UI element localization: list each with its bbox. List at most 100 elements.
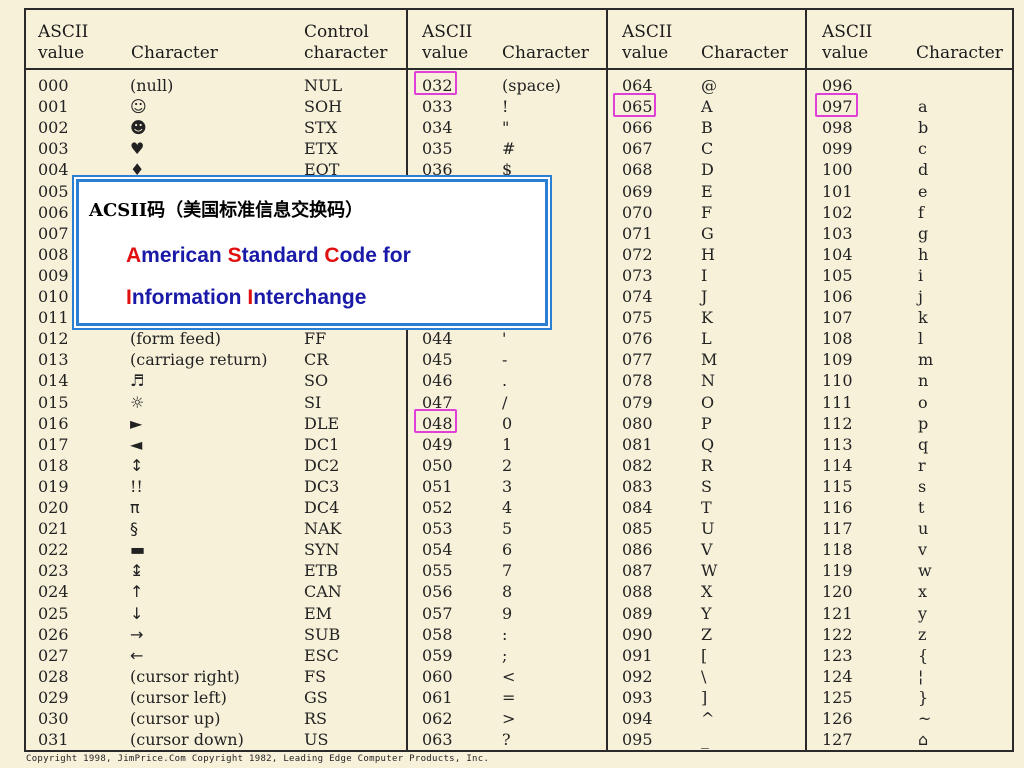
control-character-cell: RS bbox=[304, 709, 328, 728]
character-cell: ⌂ bbox=[918, 730, 929, 750]
control-character-cell: SYN bbox=[304, 540, 340, 560]
column-divider bbox=[805, 8, 807, 750]
highlight-box-032 bbox=[414, 71, 457, 95]
control-character-cell: DC1 bbox=[304, 434, 340, 454]
character-cell: C bbox=[701, 139, 714, 159]
character-cell: p bbox=[918, 413, 929, 433]
control-character-cell: DLE bbox=[304, 413, 340, 433]
character-cell: ? bbox=[502, 730, 511, 750]
ascii-value-cell: 124 bbox=[822, 666, 853, 686]
ascii-value-cell: 005 bbox=[38, 181, 69, 201]
character-cell: u bbox=[918, 519, 929, 539]
control-character-cell: SOH bbox=[304, 97, 343, 117]
highlight-box-065 bbox=[613, 93, 656, 117]
ascii-value-cell: 014 bbox=[38, 371, 69, 391]
ascii-value-cell: 089 bbox=[622, 603, 653, 623]
ascii-value-cell: 031 bbox=[38, 730, 69, 750]
character-cell: H bbox=[701, 244, 715, 264]
character-cell: h bbox=[918, 244, 929, 264]
character-cell: s bbox=[918, 476, 927, 496]
ascii-value-cell: 035 bbox=[422, 139, 453, 159]
character-cell: 3 bbox=[502, 476, 513, 496]
ascii-value-cell: 016 bbox=[38, 413, 69, 433]
ascii-value-cell: 120 bbox=[822, 582, 853, 602]
ascii-value-cell: 117 bbox=[822, 519, 853, 539]
ascii-value-cell: 045 bbox=[422, 350, 453, 370]
ascii-value-cell: 114 bbox=[822, 455, 853, 475]
character-cell: m bbox=[918, 350, 934, 370]
callout-word: ode for bbox=[339, 244, 411, 267]
character-cell: b bbox=[918, 118, 929, 138]
ascii-value-cell: 081 bbox=[622, 434, 653, 454]
character-cell: ! bbox=[502, 97, 509, 117]
ascii-value-cell: 076 bbox=[622, 329, 653, 349]
control-character-cell: EOT bbox=[304, 160, 340, 180]
character-cell: K bbox=[701, 308, 713, 328]
callout-word: tandard bbox=[241, 244, 325, 267]
ascii-value-cell: 099 bbox=[822, 139, 853, 159]
ascii-value-cell: 111 bbox=[822, 392, 853, 412]
ascii-value-cell: 024 bbox=[38, 582, 69, 602]
ascii-value-cell: 126 bbox=[822, 709, 853, 728]
character-cell: " bbox=[502, 118, 510, 138]
ascii-value-cell: 050 bbox=[422, 455, 453, 475]
ascii-value-cell: 026 bbox=[38, 624, 69, 644]
ascii-value-cell: 019 bbox=[38, 476, 69, 496]
character-cell: ☼ bbox=[130, 392, 145, 412]
ascii-value-cell: 006 bbox=[38, 202, 69, 222]
character-cell: ♥ bbox=[130, 139, 145, 159]
ascii-value-cell: 102 bbox=[822, 202, 853, 222]
character-cell: g bbox=[918, 223, 929, 243]
character-cell: ← bbox=[130, 645, 144, 665]
character-cell: o bbox=[918, 392, 928, 412]
ascii-value-cell: 125 bbox=[822, 687, 853, 707]
ascii-value-cell: 015 bbox=[38, 392, 69, 412]
ascii-value-cell: 127 bbox=[822, 730, 853, 750]
acronym-letter: A bbox=[126, 244, 142, 267]
character-cell: ◄ bbox=[130, 434, 143, 454]
ascii-value-cell: 052 bbox=[422, 498, 453, 517]
ascii-value-cell: 029 bbox=[38, 687, 69, 707]
control-character-cell: EM bbox=[304, 603, 333, 623]
column-divider bbox=[1012, 8, 1014, 750]
ascii-value-cell: 007 bbox=[38, 223, 69, 243]
ascii-value-cell: 106 bbox=[822, 287, 853, 306]
character-cell: (null) bbox=[130, 76, 174, 95]
character-cell: O bbox=[701, 392, 715, 412]
header-character: Character bbox=[701, 43, 788, 63]
character-cell: { bbox=[918, 645, 929, 665]
ascii-value-cell: 018 bbox=[38, 455, 69, 475]
character-cell: 2 bbox=[502, 455, 513, 475]
column-divider bbox=[606, 8, 608, 750]
ascii-value-cell: 011 bbox=[38, 308, 69, 328]
ascii-value-cell: 107 bbox=[822, 308, 853, 328]
ascii-value-cell: 101 bbox=[822, 181, 853, 201]
character-cell: J bbox=[701, 287, 708, 306]
character-cell: $ bbox=[502, 160, 513, 180]
ascii-value-cell: 036 bbox=[422, 160, 453, 180]
ascii-value-cell: 088 bbox=[622, 582, 653, 602]
character-cell: D bbox=[701, 160, 714, 180]
character-cell: G bbox=[701, 223, 714, 243]
character-cell: t bbox=[918, 498, 925, 517]
header-ascii-value: ASCII value bbox=[38, 22, 89, 63]
character-cell: → bbox=[130, 624, 144, 644]
ascii-value-cell: 049 bbox=[422, 434, 453, 454]
control-character-cell: ETB bbox=[304, 561, 339, 581]
character-cell: T bbox=[701, 498, 712, 517]
header-ascii-value: ASCII value bbox=[622, 22, 673, 63]
character-cell: π bbox=[130, 498, 140, 517]
control-character-cell: DC2 bbox=[304, 455, 340, 475]
character-cell: V bbox=[701, 540, 713, 560]
ascii-value-cell: 071 bbox=[622, 223, 653, 243]
ascii-value-cell: 059 bbox=[422, 645, 453, 665]
header-character: Character bbox=[131, 43, 218, 63]
ascii-table: ASCII value Character Control character … bbox=[0, 0, 1024, 768]
callout-word: nformation bbox=[131, 286, 248, 309]
ascii-value-cell: 103 bbox=[822, 223, 853, 243]
character-cell: @ bbox=[701, 76, 717, 95]
ascii-value-cell: 123 bbox=[822, 645, 853, 665]
ascii-value-cell: 000 bbox=[38, 76, 69, 95]
header-character: Character bbox=[502, 43, 589, 63]
character-cell: U bbox=[701, 519, 715, 539]
